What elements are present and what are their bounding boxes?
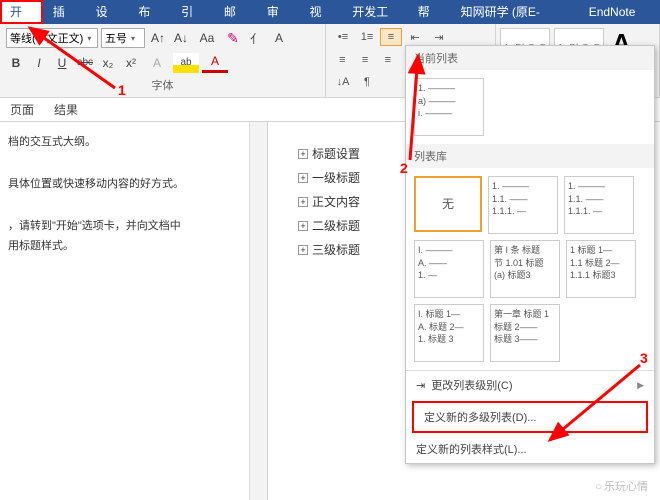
tab-mail[interactable]: 邮件 [214, 0, 257, 24]
show-marks-button[interactable]: ¶ [356, 73, 378, 91]
vertical-ruler [250, 122, 268, 500]
nav-text-line: ，请转到"开始"选项卡，并向文档中 [8, 216, 241, 237]
nav-text-line: 档的交互式大纲。 [8, 132, 241, 153]
multilevel-list-button[interactable]: ≡ [380, 28, 402, 46]
font-name-combo[interactable]: 等线(中文正文) ▾ [6, 28, 98, 48]
nav-text-line: 用标题样式。 [8, 236, 241, 257]
bold-button[interactable]: B [6, 53, 26, 73]
tab-help[interactable]: 帮助 [408, 0, 451, 24]
tab-review[interactable]: 审阅 [257, 0, 300, 24]
phonetic-button[interactable]: ⺅ [246, 28, 266, 48]
increase-indent-button[interactable]: ⇥ [428, 28, 450, 46]
dd-current-label: 当前列表 [406, 46, 654, 70]
align-left-button[interactable]: ≡ [332, 51, 353, 69]
superscript-button[interactable]: x² [121, 53, 141, 73]
font-group-label: 字体 [6, 77, 319, 93]
text-effects-button[interactable]: A [144, 53, 170, 73]
tab-design[interactable]: 设计 [86, 0, 129, 24]
indent-icon: ⇥ [416, 379, 425, 392]
watermark: 乐玩心情 [595, 478, 648, 494]
font-size-combo[interactable]: 五号 ▾ [101, 28, 145, 48]
tab-cnki[interactable]: 知网研学 (原E-Study) [451, 0, 579, 24]
list-cell[interactable]: I. ——— A. —— 1. — [414, 240, 484, 298]
caret-icon: ▾ [87, 34, 91, 43]
define-new-list-style-item[interactable]: 定义新的列表样式(L)... [406, 435, 654, 463]
list-cell[interactable]: 1. ——— 1.1. —— 1.1.1. — [488, 176, 558, 234]
outline-plus-icon[interactable]: + [298, 221, 308, 231]
multilevel-list-dropdown: 当前列表 1. ——— a) ——— i. ——— 列表库 无 1. ——— 1… [405, 45, 655, 464]
sort-button[interactable]: ↓A [332, 73, 354, 91]
shrink-font-button[interactable]: A↓ [171, 28, 191, 48]
caret-icon: ▾ [131, 34, 135, 43]
numbering-button[interactable]: 1≡ [356, 28, 378, 46]
outline-plus-icon[interactable]: + [298, 173, 308, 183]
font-group: 等线(中文正文) ▾ 五号 ▾ A↑ A↓ Aa ✎ ⺅ A B I U abc x… [0, 24, 326, 97]
font-size-value: 五号 [105, 30, 127, 46]
current-list-cell[interactable]: 1. ——— a) ——— i. ——— [414, 78, 484, 136]
change-case-button[interactable]: Aa [194, 28, 220, 48]
outline-plus-icon[interactable]: + [298, 245, 308, 255]
clear-format-button[interactable]: ✎ [223, 28, 243, 48]
outline-item-label: 三级标题 [312, 238, 360, 262]
tab-layout[interactable]: 布局 [128, 0, 171, 24]
menu-bar: 开始 插入 设计 布局 引用 邮件 审阅 视图 开发工具 帮助 知网研学 (原E… [0, 0, 660, 24]
bullets-button[interactable]: •≡ [332, 28, 354, 46]
outline-item-label: 一级标题 [312, 166, 360, 190]
outline-plus-icon[interactable]: + [298, 197, 308, 207]
font-name-value: 等线(中文正文) [10, 30, 83, 46]
outline-item-label: 标题设置 [312, 142, 360, 166]
list-cell[interactable]: 第一章 标题 1 标题 2—— 标题 3—— [490, 304, 560, 362]
strike-button[interactable]: abc [75, 53, 95, 73]
tab-home[interactable]: 开始 [0, 0, 43, 24]
highlight-button[interactable]: ab [173, 53, 199, 73]
change-list-level-item[interactable]: ⇥更改列表级别(C)▶ [406, 371, 654, 399]
list-cell[interactable]: 第 I 条 标题 节 1.01 标题 (a) 标题3 [490, 240, 560, 298]
outline-item-label: 二级标题 [312, 214, 360, 238]
submenu-arrow-icon: ▶ [637, 380, 644, 391]
outline-plus-icon[interactable]: + [298, 149, 308, 159]
tab-insert[interactable]: 插入 [43, 0, 86, 24]
decrease-indent-button[interactable]: ⇤ [404, 28, 426, 46]
tab-references[interactable]: 引用 [171, 0, 214, 24]
list-cell[interactable]: 1. ——— 1.1. —— 1.1.1. — [564, 176, 634, 234]
list-cell[interactable]: I. 标题 1— A. 标题 2— 1. 标题 3 [414, 304, 484, 362]
list-cell[interactable]: 1 标题 1— 1.1 标题 2— 1.1.1 标题3 [566, 240, 636, 298]
italic-button[interactable]: I [29, 53, 49, 73]
tab-endnote[interactable]: EndNote X9 [579, 0, 660, 24]
char-border-button[interactable]: A [269, 28, 289, 48]
subscript-button[interactable]: x₂ [98, 53, 118, 73]
list-none-cell[interactable]: 无 [414, 176, 482, 232]
navigation-pane: 档的交互式大纲。 具体位置或快速移动内容的好方式。 ，请转到"开始"选项卡，并向… [0, 122, 250, 500]
font-color-button[interactable]: A [202, 53, 228, 73]
nav-results[interactable]: 结果 [54, 101, 78, 118]
nav-text-line: 具体位置或快速移动内容的好方式。 [8, 174, 241, 195]
align-right-button[interactable]: ≡ [377, 51, 398, 69]
outline-item-label: 正文内容 [312, 190, 360, 214]
dd-library-label: 列表库 [406, 144, 654, 168]
grow-font-button[interactable]: A↑ [148, 28, 168, 48]
align-center-button[interactable]: ≡ [355, 51, 376, 69]
define-new-multilevel-item[interactable]: 定义新的多级列表(D)... [412, 401, 648, 433]
tab-view[interactable]: 视图 [299, 0, 342, 24]
underline-button[interactable]: U [52, 53, 72, 73]
tab-devtools[interactable]: 开发工具 [342, 0, 408, 24]
nav-page[interactable]: 页面 [10, 101, 34, 118]
